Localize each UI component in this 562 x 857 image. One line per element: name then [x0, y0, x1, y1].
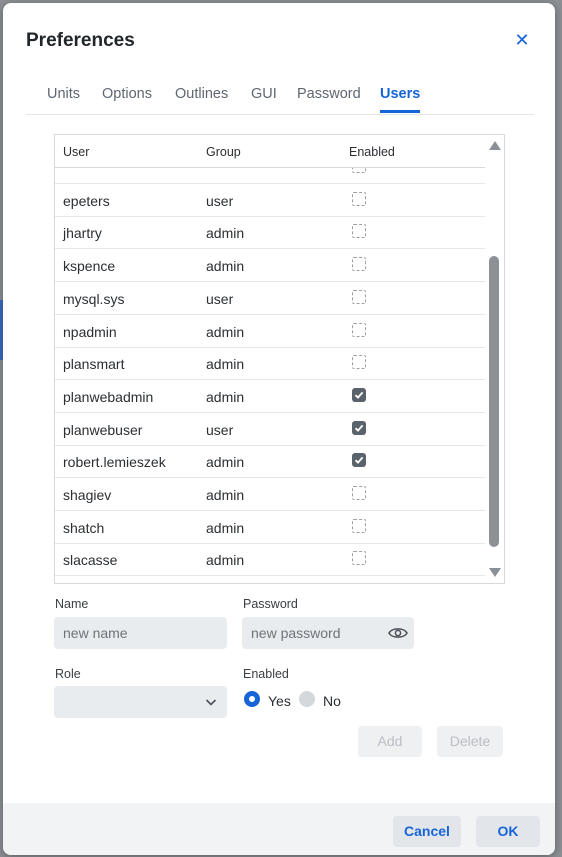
table-row[interactable] [55, 576, 485, 583]
name-label: Name [55, 597, 89, 611]
group-cell: user [206, 290, 234, 307]
table-row[interactable]: slacasse admin [55, 543, 485, 577]
enabled-checkbox-checked[interactable] [352, 420, 366, 435]
tab-gui[interactable]: GUI [251, 86, 277, 102]
user-cell: npadmin [63, 323, 117, 340]
user-cell: mysql.sys [63, 290, 125, 307]
enabled-checkbox[interactable] [352, 168, 366, 173]
user-cell: epeters [63, 192, 110, 209]
preferences-dialog: Preferences ✕ Units Options Outlines GUI… [3, 3, 555, 855]
table-row[interactable]: mysql.sys user [55, 282, 485, 315]
tab-units[interactable]: Units [47, 86, 80, 102]
enabled-no-radio[interactable] [299, 691, 315, 707]
close-icon[interactable]: ✕ [511, 29, 533, 51]
enabled-checkbox-checked[interactable] [352, 387, 366, 402]
enabled-checkbox[interactable] [352, 224, 366, 239]
users-table: User Group Enabled epeters user jhartry adm… [54, 134, 505, 584]
enabled-yes-label[interactable]: Yes [268, 693, 291, 709]
dialog-footer [3, 803, 555, 855]
add-button[interactable]: Add [358, 726, 422, 757]
role-label: Role [55, 667, 81, 681]
enabled-checkbox[interactable] [352, 518, 366, 533]
ok-button[interactable]: OK [476, 816, 540, 847]
user-cell: planwebadmin [63, 388, 154, 405]
enabled-checkbox[interactable] [352, 551, 366, 566]
name-input[interactable] [54, 617, 227, 649]
enabled-checkbox[interactable] [352, 355, 366, 370]
column-header-group[interactable]: Group [206, 145, 241, 159]
table-row[interactable]: npadmin admin [55, 315, 485, 348]
scroll-down-icon[interactable] [489, 568, 501, 577]
group-cell: admin [206, 356, 245, 373]
check-icon [354, 457, 364, 465]
chevron-down-icon [205, 699, 217, 706]
enabled-yes-radio[interactable] [244, 691, 260, 707]
enabled-label: Enabled [243, 667, 289, 681]
table-row[interactable]: epeters user [55, 184, 485, 217]
scrollbar-thumb[interactable] [489, 256, 499, 547]
group-cell: admin [206, 519, 245, 536]
check-icon [354, 391, 364, 399]
tab-password[interactable]: Password [297, 86, 361, 102]
user-cell: jhartry [63, 225, 102, 242]
table-row[interactable]: shatch admin [55, 511, 485, 544]
group-cell: admin [206, 388, 245, 405]
show-password-eye-icon[interactable] [388, 626, 408, 640]
table-row[interactable]: jhartry admin [55, 216, 485, 250]
group-cell: admin [206, 552, 245, 569]
cancel-button[interactable]: Cancel [393, 816, 461, 847]
role-select[interactable] [54, 686, 227, 718]
tab-users[interactable]: Users [380, 86, 421, 113]
column-header-user[interactable]: User [63, 145, 89, 159]
tab-options[interactable]: Options [102, 86, 152, 102]
group-cell: admin [206, 454, 245, 471]
delete-button[interactable]: Delete [437, 726, 503, 757]
enabled-checkbox[interactable] [352, 257, 366, 272]
user-cell: slacasse [63, 552, 118, 569]
enabled-checkbox[interactable] [352, 322, 366, 337]
user-cell: planwebuser [63, 421, 143, 438]
enabled-checkbox[interactable] [352, 191, 366, 206]
enabled-checkbox[interactable] [352, 289, 366, 304]
user-cell: kspence [63, 258, 116, 275]
table-row[interactable] [55, 168, 485, 184]
group-cell: admin [206, 487, 245, 503]
user-cell: robert.lemieszek [63, 454, 166, 471]
table-row[interactable]: planwebadmin admin [55, 380, 485, 413]
vertical-scrollbar[interactable] [485, 135, 504, 583]
tab-bar: Units Options Outlines GUI Password User… [26, 86, 534, 115]
table-body: epeters user jhartry admin kspence admin mysql… [55, 168, 485, 583]
group-cell: admin [206, 323, 245, 340]
group-cell: admin [206, 258, 245, 275]
table-header: User Group Enabled [55, 135, 485, 168]
dialog-title: Preferences [26, 30, 135, 51]
group-cell: user [206, 192, 234, 209]
user-cell: plansmart [63, 356, 125, 373]
group-cell: user [206, 421, 234, 438]
enabled-checkbox-checked[interactable] [352, 453, 366, 468]
table-row[interactable]: shagiev admin [55, 478, 485, 511]
password-label: Password [243, 597, 298, 611]
table-row[interactable]: robert.lemieszek admin [55, 445, 485, 479]
tab-outlines[interactable]: Outlines [175, 86, 228, 102]
group-cell: admin [206, 225, 245, 242]
check-icon [354, 424, 364, 432]
user-cell: shatch [63, 519, 105, 536]
column-header-enabled[interactable]: Enabled [349, 145, 395, 159]
table-row[interactable]: plansmart admin [55, 347, 485, 381]
enabled-no-label[interactable]: No [323, 693, 341, 709]
enabled-checkbox[interactable] [352, 486, 366, 500]
user-cell: shagiev [63, 487, 112, 503]
table-row[interactable]: planwebuser user [55, 413, 485, 446]
scroll-up-icon[interactable] [489, 141, 501, 150]
table-row[interactable]: kspence admin [55, 249, 485, 283]
